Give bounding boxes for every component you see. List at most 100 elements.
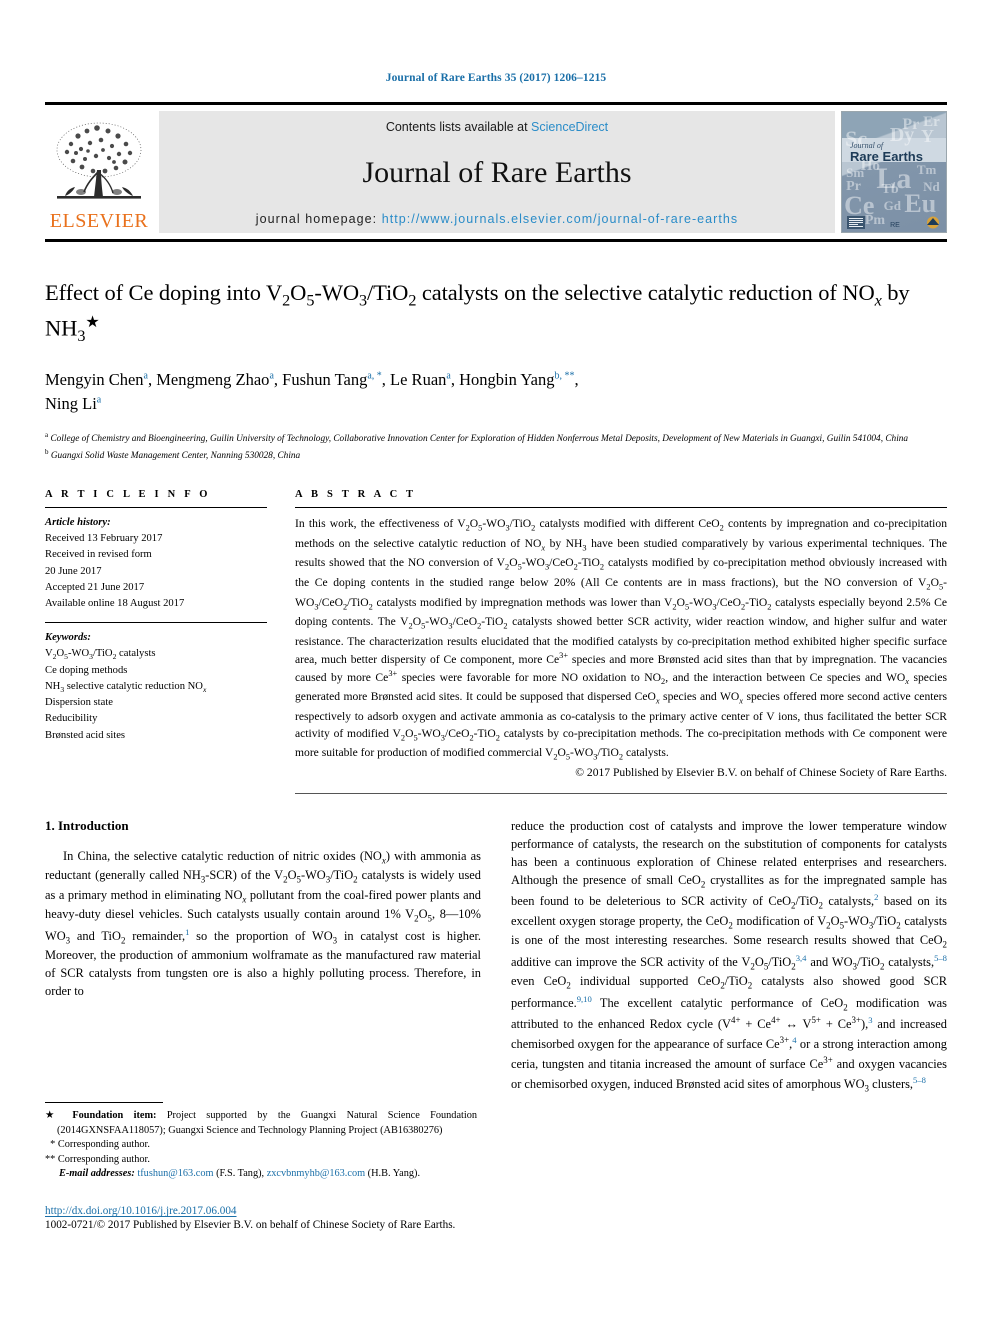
issn-copyright-line: 1002-0721/© 2017 Published by Elsevier B… (45, 1219, 456, 1231)
cover-element-tb: Tb (881, 181, 899, 197)
body-columns: 1. Introduction In China, the selective … (45, 818, 947, 1096)
cover-element-y: Y (921, 126, 935, 147)
author-name: Ning Li (45, 394, 97, 414)
author-list: Mengyin Chena, Mengmeng Zhaoa, Fushun Ta… (45, 369, 579, 414)
journal-homepage-url[interactable]: http://www.journals.elsevier.com/journal… (382, 212, 738, 226)
keyword-item: Dispersion state (45, 697, 113, 709)
affiliation-mark: a (45, 431, 49, 440)
masthead-center-panel: Contents lists available at ScienceDirec… (159, 111, 835, 233)
abstract-heading: A B S T R A C T (295, 489, 417, 501)
running-head: Journal of Rare Earths 35 (2017) 1206–12… (385, 72, 607, 84)
history-item: Received in revised form (45, 549, 152, 561)
history-item: Received 13 February 2017 (45, 533, 163, 545)
citation-ref[interactable]: 5–8 (913, 1075, 926, 1085)
article-history-label: Article history: (45, 517, 111, 529)
journal-masthead: ELSEVIER Contents lists available at Sci… (45, 102, 947, 242)
citation-ref[interactable]: 9,10 (577, 994, 592, 1004)
abstract-text: In this work, the effectiveness of V2O5-… (295, 517, 947, 762)
intro-paragraph-left: In China, the selective catalytic reduct… (45, 848, 482, 999)
cover-element-tm: Tm (916, 162, 937, 178)
citation-ref[interactable]: 2 (874, 892, 878, 902)
footnote-star-mark: ★ (45, 1110, 62, 1121)
author-name: Hongbin Yang (459, 369, 555, 389)
author-affil-mark: a (96, 394, 102, 406)
keyword-item: Reducibility (45, 713, 98, 725)
author-affil-mark: b, ** (554, 370, 575, 382)
cover-re-logo: RE (890, 222, 900, 229)
email-owner-yang: (H.B. Yang). (365, 1168, 421, 1180)
journal-homepage-line: journal homepage: http://www.journals.el… (173, 212, 821, 226)
contents-prefix: Contents lists available at (385, 120, 532, 134)
citation-ref[interactable]: 1 (185, 927, 189, 937)
journal-cover-thumbnail: Pr Er Sc Dy Y Ho Sm La Tm Pr Nd Tb Ce Gd… (841, 111, 947, 233)
keywords-block: Keywords: V2O5-WO3/TiO2 catalysts Ce dop… (45, 630, 267, 744)
cover-journal-name: Rare Earths (850, 149, 923, 165)
keyword-item: V2O5-WO3/TiO2 catalysts (45, 647, 156, 661)
cover-element-gd: Gd (883, 198, 901, 214)
article-page: Journal of Rare Earths 35 (2017) 1206–12… (0, 0, 992, 1323)
elsevier-wordmark: ELSEVIER (49, 210, 149, 232)
doi-link[interactable]: http://dx.doi.org/10.1016/j.jre.2017.06.… (45, 1205, 745, 1217)
email-owner-tang: (F.S. Tang), (213, 1168, 267, 1180)
page-title: Effect of Ce doping into V2O5-WO3/TiO2 c… (45, 280, 910, 346)
affiliations: a College of Chemistry and Bioengineerin… (45, 430, 947, 463)
footnote-foundation: ★ Foundation item: Project supported by … (45, 1109, 477, 1138)
affiliation-text: Guangxi Solid Waste Management Center, N… (50, 450, 301, 461)
body-column-right: reduce the production cost of catalysts … (511, 818, 947, 1096)
history-item: Available online 18 August 2017 (45, 597, 185, 609)
article-info-rule (45, 507, 267, 509)
author-affil-mark: a (446, 370, 451, 382)
corresponding-author-2: Corresponding author. (57, 1153, 150, 1165)
author-name: Fushun Tang (282, 369, 368, 389)
cover-grinm-icon (926, 216, 939, 229)
elsevier-logo: ELSEVIER (45, 111, 153, 233)
abstract-copyright: © 2017 Published by Elsevier B.V. on beh… (575, 765, 947, 779)
footnotes-block: ★ Foundation item: Project supported by … (45, 1102, 477, 1182)
cover-elsevier-icon (847, 216, 865, 229)
article-info-heading: A R T I C L E I N F O (45, 489, 211, 501)
abstract-bottom-rule (295, 792, 947, 794)
author-name: Mengyin Chen (45, 369, 144, 389)
title-block: Effect of Ce doping into V2O5-WO3/TiO2 c… (45, 278, 947, 463)
citation-ref[interactable]: 3,4 (796, 953, 807, 963)
affiliation-item: b Guangxi Solid Waste Management Center,… (45, 447, 947, 464)
citation-ref[interactable]: 5–8 (934, 953, 947, 963)
email-link-tang[interactable]: tfushun@163.com (137, 1168, 213, 1179)
author-name: Mengmeng Zhao (156, 369, 270, 389)
abstract-column: A B S T R A C T In this work, the effect… (295, 489, 947, 794)
elsevier-tree-icon (56, 122, 142, 199)
citation-ref[interactable]: 3 (868, 1015, 872, 1025)
keyword-item: Ce doping methods (45, 664, 128, 676)
author-name: Le Ruan (390, 369, 447, 389)
footnote-rule (45, 1102, 163, 1103)
page-footer: http://dx.doi.org/10.1016/j.jre.2017.06.… (45, 1205, 745, 1231)
affiliation-mark: b (45, 447, 49, 456)
foundation-label: Foundation item: (72, 1110, 157, 1121)
corresponding-author-1: Corresponding author. (57, 1139, 150, 1151)
keyword-item: NH3 selective catalytic reduction NOx (45, 680, 207, 694)
intro-paragraph-right: reduce the production cost of catalysts … (511, 818, 948, 1094)
affiliation-item: a College of Chemistry and Bioengineerin… (45, 430, 947, 447)
article-history: Article history: Received 13 February 20… (45, 515, 267, 612)
keywords-rule (45, 621, 267, 623)
footnote-corresponding-1: * Corresponding author. (45, 1139, 150, 1151)
author-affil-mark: a (143, 370, 148, 382)
footnote-emails: E-mail addresses: tfushun@163.com (F.S. … (45, 1167, 477, 1182)
cover-element-eu: Eu (904, 188, 937, 218)
cover-publisher-logos: RE (847, 216, 941, 229)
email-addresses-label: E-mail addresses: (59, 1168, 135, 1180)
abstract-rule (295, 507, 947, 509)
author-affil-mark: a (269, 370, 274, 382)
article-info-column: A R T I C L E I N F O Article history: R… (45, 489, 267, 794)
contents-list-line: Contents lists available at ScienceDirec… (173, 120, 821, 134)
keywords-label: Keywords: (45, 631, 91, 643)
history-item: 20 June 2017 (45, 565, 102, 577)
section-title-introduction: 1. Introduction (45, 817, 129, 833)
footnote-corresponding-2: ** Corresponding author. (45, 1153, 150, 1165)
journal-title: Journal of Rare Earths (362, 155, 632, 189)
citation-ref[interactable]: 4 (792, 1035, 796, 1045)
sciencedirect-link[interactable]: ScienceDirect (531, 120, 608, 134)
homepage-prefix: journal homepage: (255, 212, 382, 226)
history-item: Accepted 21 June 2017 (45, 581, 145, 593)
email-link-yang[interactable]: zxcvbnmyhb@163.com (267, 1168, 365, 1179)
